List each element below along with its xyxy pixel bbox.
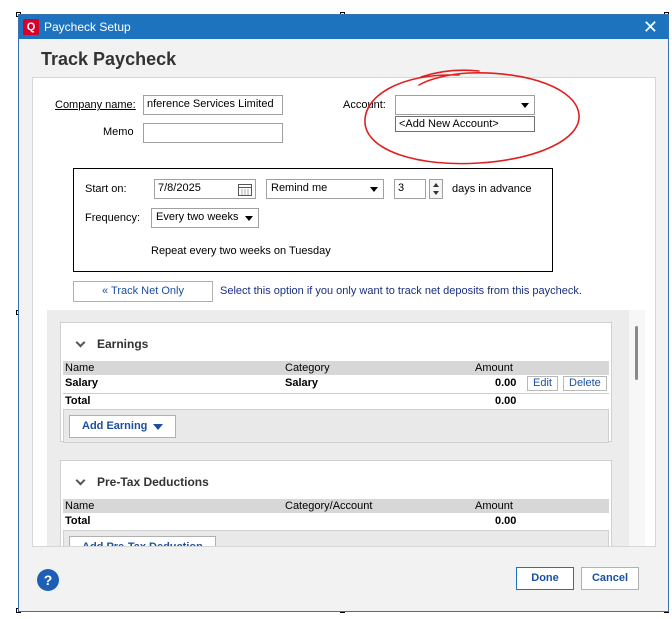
column-header-name: Name (65, 362, 95, 374)
page-title: Track Paycheck (41, 49, 177, 69)
start-date-value: 7/8/2025 (158, 182, 201, 194)
scroll-thumb[interactable] (635, 326, 638, 380)
company-name-field[interactable]: nference Services Limited (143, 95, 283, 115)
row-amount: 0.00 (495, 377, 517, 389)
earnings-table-header: Name Category Amount (63, 361, 609, 375)
window-title: Paycheck Setup (44, 20, 131, 34)
paycheck-setup-dialog: Q Paycheck Setup ✕ Track Paycheck Compan… (18, 14, 669, 612)
memo-field[interactable] (143, 123, 283, 143)
pretax-title: Pre-Tax Deductions (97, 475, 209, 489)
account-label: Account: (343, 99, 386, 111)
quicken-app-icon: Q (23, 19, 39, 35)
days-in-advance-label: days in advance (452, 183, 532, 195)
chevron-down-icon[interactable] (75, 337, 86, 348)
title-bar[interactable]: Q Paycheck Setup ✕ (19, 15, 668, 39)
edit-button[interactable]: Edit (527, 376, 558, 391)
add-earning-button[interactable]: Add Earning (69, 415, 177, 438)
account-dropdown-list: <Add New Account> (395, 116, 535, 132)
pretax-card: Pre-Tax Deductions Name Category/Account… (60, 460, 612, 546)
add-pretax-deduction-label: Add Pre-Tax Deduction (82, 537, 203, 546)
spin-down-icon[interactable] (433, 191, 439, 195)
chevron-down-icon (521, 103, 529, 108)
start-on-label: Start on: (85, 183, 127, 195)
chevron-down-icon (370, 187, 378, 192)
row-category: Salary (285, 377, 319, 389)
chevron-down-icon (245, 216, 253, 221)
days-spinner[interactable] (429, 179, 443, 199)
add-pretax-deduction-button[interactable]: Add Pre-Tax Deduction (69, 536, 216, 546)
column-header-category: Category (285, 362, 330, 374)
days-in-advance-field[interactable]: 3 (394, 179, 426, 199)
done-button[interactable]: Done (516, 567, 574, 590)
pretax-footer: Add Pre-Tax Deduction (63, 530, 609, 546)
earnings-footer: Add Earning (63, 409, 609, 443)
total-amount: 0.00 (495, 395, 517, 407)
chevron-down-icon[interactable] (75, 475, 86, 486)
caret-down-icon (153, 423, 164, 430)
remind-value: Remind me (271, 182, 328, 194)
track-net-hint: Select this option if you only want to t… (220, 285, 582, 297)
account-select[interactable] (395, 95, 535, 115)
total-amount: 0.00 (495, 515, 517, 527)
add-earning-label: Add Earning (82, 420, 148, 432)
column-header-amount: Amount (475, 362, 513, 374)
frequency-value: Every two weeks (156, 211, 239, 223)
cancel-button[interactable]: Cancel (581, 567, 639, 590)
row-name: Salary (65, 377, 99, 389)
paycheck-sections-scroll-area: Earnings Name Category Amount Salary Sal… (47, 310, 629, 546)
spin-up-icon[interactable] (433, 183, 439, 187)
total-row: Total 0.00 (63, 393, 609, 409)
vertical-scrollbar[interactable] (629, 310, 645, 546)
pretax-table-header: Name Category/Account Amount (63, 499, 609, 513)
earnings-title: Earnings (97, 337, 149, 351)
close-icon[interactable]: ✕ (643, 17, 658, 38)
schedule-box: Start on: 7/8/2025 Remind me 3 days in a… (73, 168, 553, 272)
company-name-label: Company name: (55, 99, 136, 111)
start-date-field[interactable]: 7/8/2025 (154, 179, 256, 199)
memo-label: Memo (103, 126, 134, 138)
table-row[interactable]: Salary Salary 0.00 Edit Delete (63, 376, 609, 392)
add-new-account-option[interactable]: <Add New Account> (399, 118, 499, 130)
delete-button[interactable]: Delete (563, 376, 607, 391)
total-label: Total (65, 395, 91, 407)
track-net-only-button[interactable]: « Track Net Only (73, 281, 213, 302)
help-icon[interactable]: ? (37, 569, 59, 591)
repeat-summary: Repeat every two weeks on Tuesday (151, 245, 331, 257)
column-header-category-account: Category/Account (285, 500, 373, 512)
earnings-card: Earnings Name Category Amount Salary Sal… (60, 322, 612, 443)
remind-select[interactable]: Remind me (266, 179, 384, 199)
total-label: Total (65, 515, 91, 527)
column-header-name: Name (65, 500, 95, 512)
frequency-label: Frequency: (85, 212, 141, 224)
main-panel: Company name: nference Services Limited … (32, 77, 656, 547)
total-row: Total 0.00 (63, 514, 609, 530)
calendar-icon[interactable] (238, 183, 252, 196)
column-header-amount: Amount (475, 500, 513, 512)
frequency-select[interactable]: Every two weeks (151, 208, 259, 228)
